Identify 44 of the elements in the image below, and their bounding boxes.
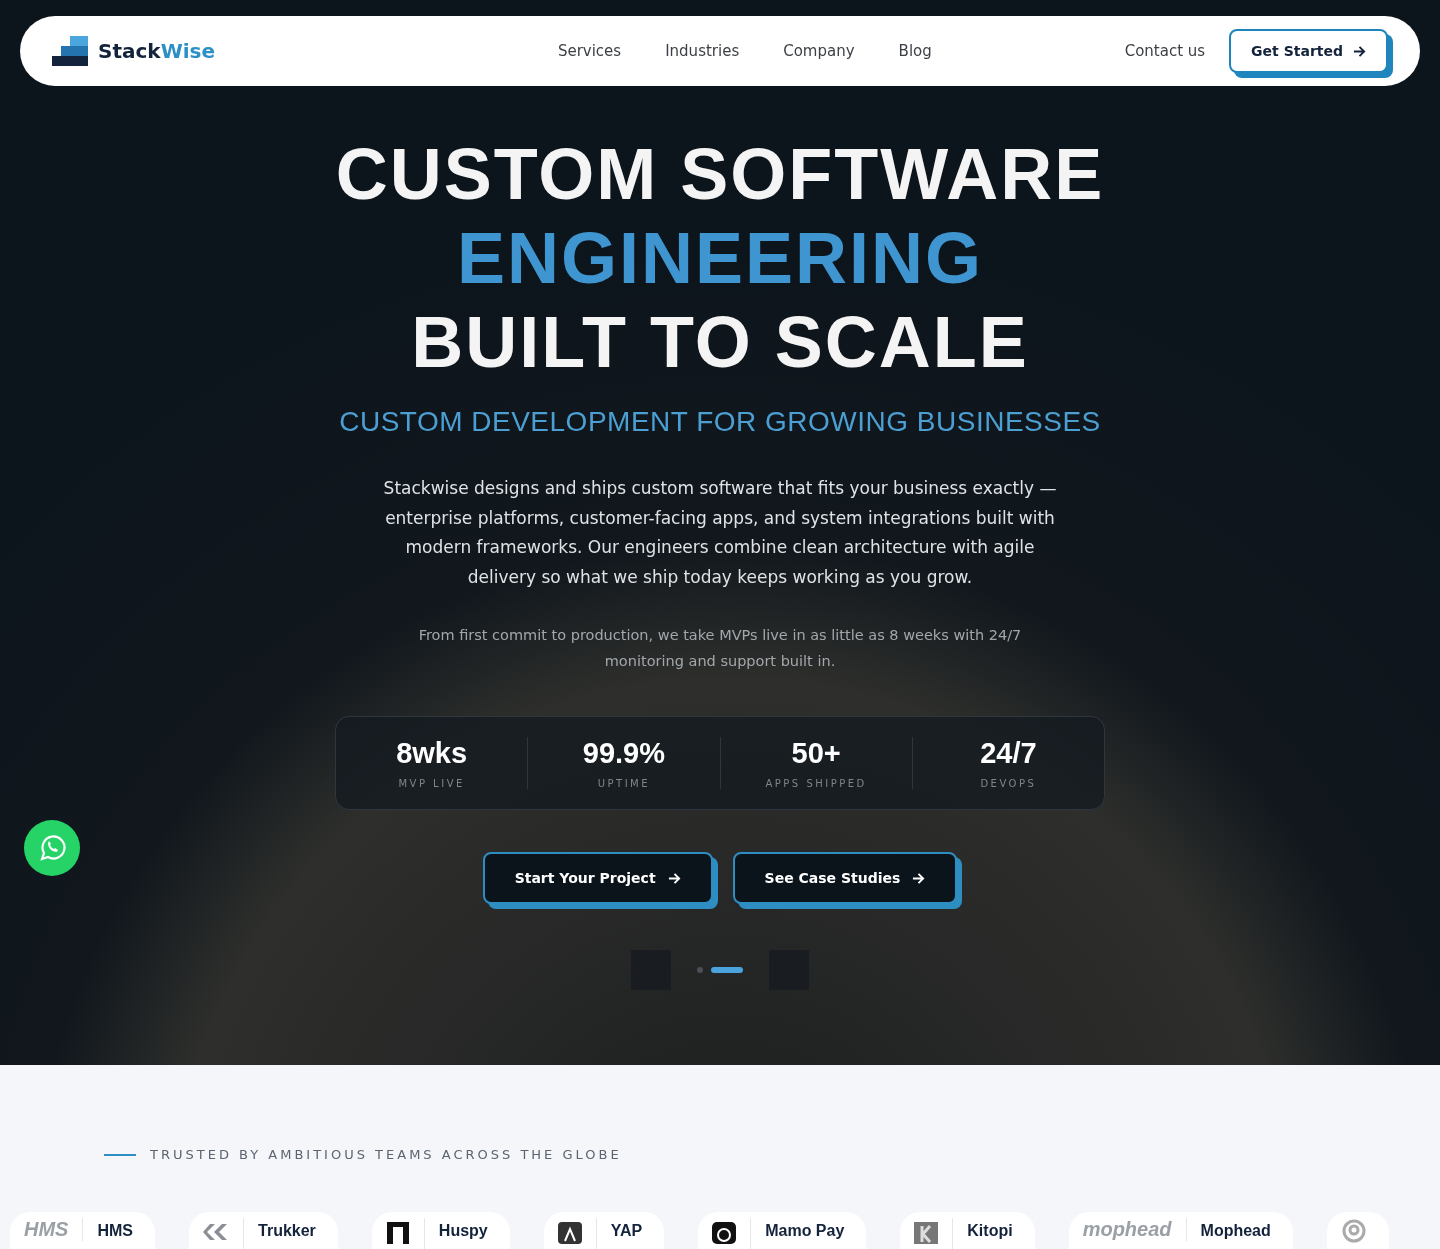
nav-link[interactable]: Services <box>557 42 622 60</box>
stat-label: DEVOPS <box>980 778 1037 789</box>
arrow-right-icon <box>1353 44 1366 58</box>
k-tile-icon <box>914 1222 939 1244</box>
nav-link[interactable]: Blog <box>898 42 932 60</box>
contact-link[interactable]: Contact us <box>1124 42 1206 60</box>
arrow-right-icon <box>667 871 681 885</box>
phone-bubble-icon <box>37 833 67 863</box>
client-name: Trukker <box>258 1221 316 1240</box>
stat-value: 99.9% <box>582 737 665 770</box>
hero-description: Stackwise designs and ships custom software that fits your business exactly — enterprise platforms, customer-facing apps, and system integrations built with modern frameworks. Our engineers combine clean architecture with agile delivery so what we ship today keeps working as you grow. <box>382 477 1058 589</box>
client-logo: HMS <box>24 1218 84 1241</box>
stat-label: UPTIME <box>597 778 651 789</box>
hero-heading-line: ENGINEERING <box>456 217 984 300</box>
client-name: Kitopi <box>967 1221 1013 1240</box>
slide-indicator[interactable] <box>697 967 703 973</box>
client-name: YAP <box>610 1221 643 1240</box>
circle-logo-icon <box>1340 1218 1367 1244</box>
stat-value: 8wks <box>396 737 468 770</box>
client-name: Huspy <box>438 1221 488 1240</box>
trusted-heading: TRUSTED BY AMBITIOUS TEAMS ACROSS THE GLOBE <box>150 1147 622 1162</box>
hero-heading-line: CUSTOM SOFTWARE <box>335 133 1105 216</box>
hero-note: From first commit to production, we take MVPs live in as little as 8 weeks with 24/7 monitoring and support built in. <box>417 626 1023 671</box>
stat-label: MVP LIVE <box>398 778 465 789</box>
round-tile-icon <box>712 1222 737 1244</box>
hero-heading-line: BUILT TO SCALE <box>411 301 1029 384</box>
letter-a-tile-icon <box>557 1222 582 1244</box>
double-chevron-icon <box>203 1222 229 1242</box>
chat-button[interactable] <box>24 820 80 876</box>
client-name: Mophead <box>1200 1221 1271 1240</box>
arrow-right-icon <box>912 871 926 885</box>
nav-link[interactable]: Industries <box>665 42 740 60</box>
stat-value: 50+ <box>791 737 841 770</box>
client-name: HMS <box>97 1221 133 1240</box>
slide-indicator[interactable] <box>711 967 743 973</box>
hero-subtitle: CUSTOM DEVELOPMENT FOR GROWING BUSINESSES <box>339 406 1101 438</box>
door-frame-icon <box>385 1222 410 1244</box>
nav-link[interactable]: Company <box>783 42 855 60</box>
client-name: Mamo Pay <box>765 1221 845 1240</box>
client-logo: mophead <box>1082 1218 1187 1241</box>
stacked-steps-logo-icon <box>52 36 88 66</box>
stat-label: APPS SHIPPED <box>765 778 867 789</box>
stat-value: 24/7 <box>980 737 1037 770</box>
brand-name[interactable]: StackWise <box>98 39 215 63</box>
